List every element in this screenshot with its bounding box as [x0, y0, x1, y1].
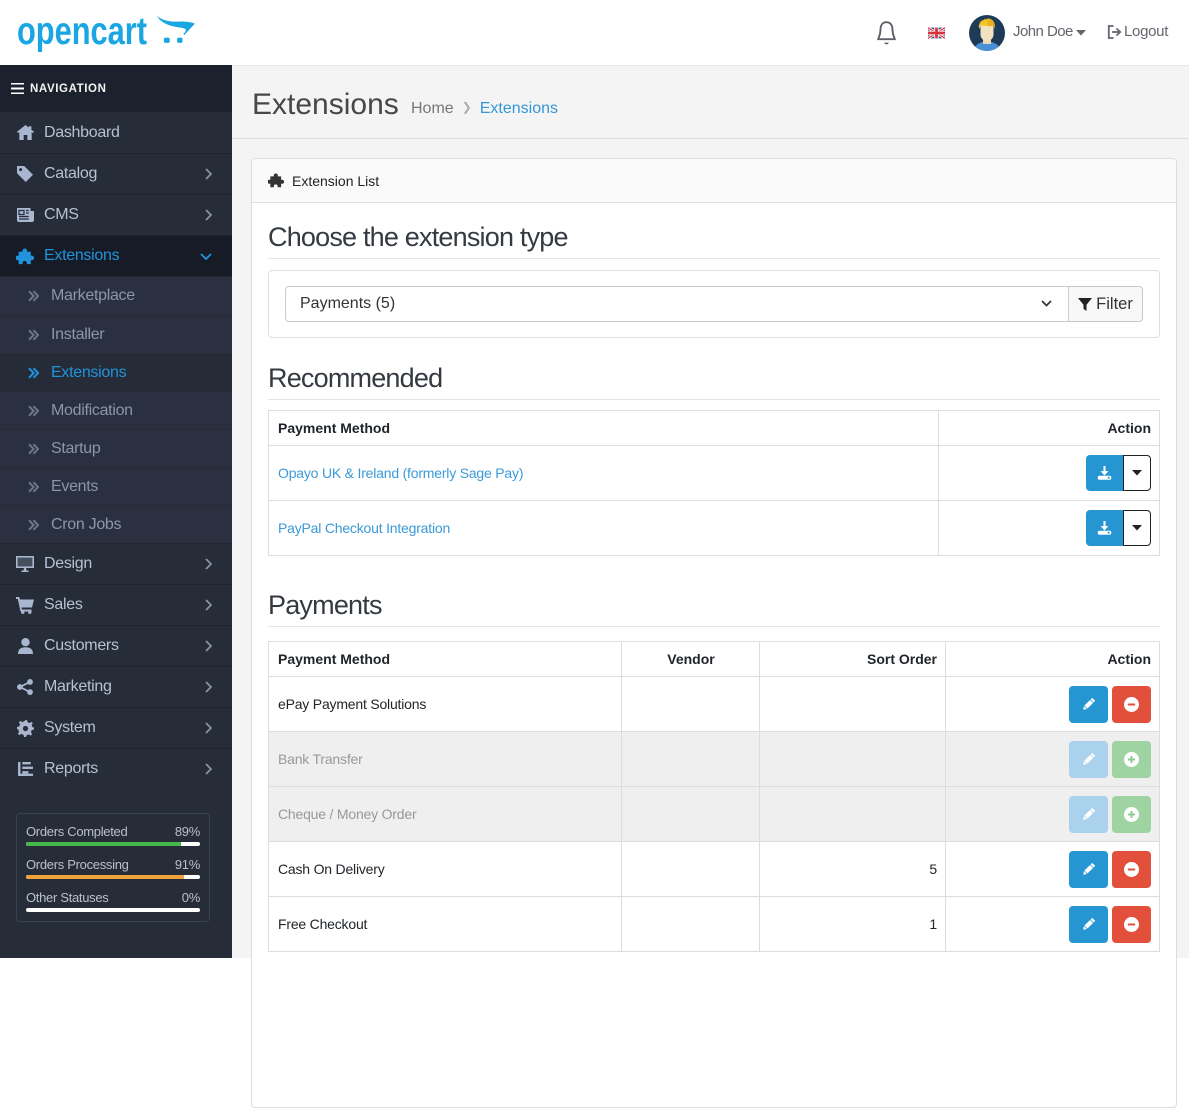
svg-text:opencart: opencart	[17, 10, 147, 53]
